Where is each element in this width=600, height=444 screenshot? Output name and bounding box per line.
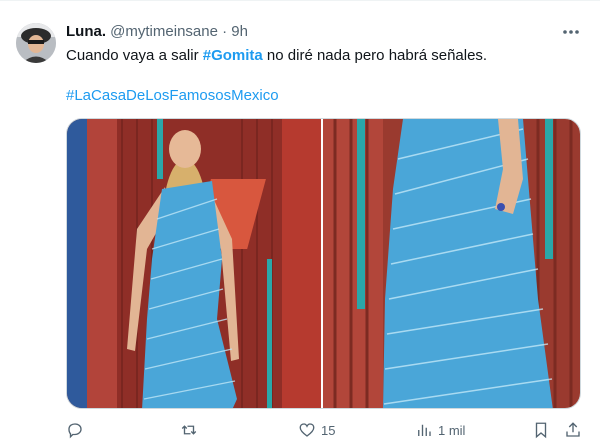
bookmark-button[interactable] bbox=[532, 420, 550, 440]
more-icon bbox=[563, 30, 579, 34]
author-handle[interactable]: @mytimeinsane bbox=[110, 23, 218, 40]
share-icon bbox=[566, 422, 580, 437]
bookmark-icon bbox=[535, 422, 547, 439]
tweet-header: Luna. @mytimeinsane · 9h bbox=[66, 22, 248, 42]
photo-left[interactable] bbox=[67, 119, 321, 408]
separator-dot: · bbox=[222, 23, 228, 40]
retweet-icon bbox=[181, 425, 197, 435]
share-button[interactable] bbox=[564, 420, 582, 440]
tweet-text-part: no diré nada pero habrá señales. bbox=[262, 47, 488, 64]
hashtag-gomita[interactable]: #Gomita bbox=[203, 47, 263, 64]
hashtag-line: #LaCasaDeLosFamososMexico bbox=[66, 86, 279, 106]
tweet-text: Cuando vaya a salir #Gomita no diré nada… bbox=[66, 46, 487, 66]
reply-button[interactable] bbox=[66, 420, 89, 440]
hashtag-lacasa[interactable]: #LaCasaDeLosFamososMexico bbox=[66, 87, 279, 104]
action-bar: 15 1 mil bbox=[60, 420, 584, 444]
reply-icon bbox=[68, 423, 82, 439]
like-icon bbox=[299, 423, 315, 437]
more-button[interactable] bbox=[560, 22, 582, 42]
like-count: 15 bbox=[321, 422, 336, 438]
author-name[interactable]: Luna. bbox=[66, 23, 106, 40]
like-button[interactable]: 15 bbox=[298, 420, 335, 440]
views-count: 1 mil bbox=[438, 422, 466, 438]
media-grid bbox=[66, 118, 581, 409]
retweet-button[interactable] bbox=[180, 420, 203, 440]
tweet-time[interactable]: 9h bbox=[231, 23, 248, 40]
top-divider bbox=[0, 0, 600, 1]
views-button[interactable]: 1 mil bbox=[415, 420, 465, 440]
views-icon bbox=[418, 424, 431, 436]
avatar[interactable] bbox=[16, 23, 56, 63]
photo-right[interactable] bbox=[323, 119, 580, 408]
tweet-text-part: Cuando vaya a salir bbox=[66, 47, 203, 64]
